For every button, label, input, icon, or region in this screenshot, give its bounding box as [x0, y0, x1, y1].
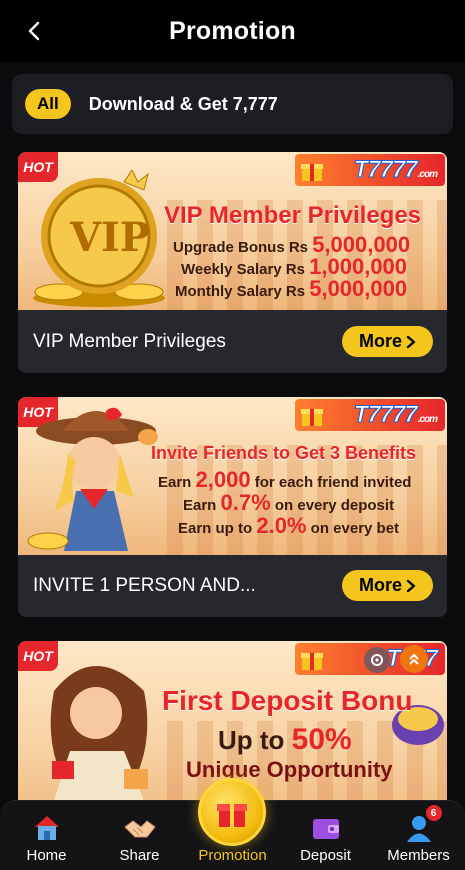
card-title: VIP Member Privileges [33, 330, 226, 352]
promotion-filter-bar: All Download & Get 7,777 [12, 74, 453, 134]
more-button[interactable]: More [342, 570, 433, 601]
top-bar: Promotion [0, 0, 465, 62]
promo-card-invite[interactable]: HOT T7777.com Invite Friends to Get 3 Be… [18, 397, 447, 617]
card-footer: VIP Member Privileges More [18, 310, 447, 373]
gear-icon [371, 654, 383, 666]
nav-home[interactable]: Home [0, 811, 93, 864]
page-title: Promotion [169, 16, 296, 45]
filter-chip-all[interactable]: All [25, 89, 71, 119]
filter-download-get[interactable]: Download & Get 7,777 [89, 94, 278, 115]
card-title: INVITE 1 PERSON AND... [33, 574, 256, 596]
banner-title: Invite Friends to Get 3 Benefits [151, 443, 417, 463]
home-icon [34, 816, 59, 840]
gift-icon [301, 653, 323, 670]
gift-icon [301, 409, 323, 426]
promo-banner-vip[interactable]: HOT T7777.com VIP VIP Member Privileges … [18, 152, 447, 310]
chevron-right-icon [406, 579, 416, 592]
brand-logo: T7777.com [295, 154, 445, 186]
handshake-icon [123, 820, 156, 838]
banner-line-up-to: Up to 50% [218, 723, 352, 756]
gift-icon [217, 799, 247, 827]
promo-card-vip[interactable]: HOT T7777.com VIP VIP Member Privileges … [18, 152, 447, 373]
banner-line-earn-bet: Earn up to 2.0% on every bet [178, 513, 400, 538]
vip-emblem-text: VIP [70, 214, 150, 261]
woman-character-icon [50, 666, 148, 801]
banner-line-unique: Unique Opportunity [186, 757, 393, 782]
scroll-top-button[interactable] [400, 645, 428, 673]
double-chevron-up-icon [409, 653, 419, 665]
nav-deposit[interactable]: Deposit [279, 811, 372, 864]
wallet-icon [312, 819, 339, 839]
chevron-right-icon [406, 335, 416, 348]
settings-float-button[interactable] [364, 647, 390, 673]
gift-icon [301, 164, 323, 181]
promo-banner-invite[interactable]: HOT T7777.com Invite Friends to Get 3 Be… [18, 397, 447, 555]
back-button[interactable] [20, 17, 48, 45]
notification-badge: 6 [425, 805, 442, 821]
card-footer: INVITE 1 PERSON AND... More [18, 554, 447, 617]
banner-title: First Deposit Bonu [162, 685, 413, 716]
chevron-left-icon [28, 21, 40, 41]
brand-logo: T7777.com [295, 399, 445, 431]
banner-line-monthly: Monthly Salary Rs 5,000,000 [175, 276, 408, 301]
cowgirl-character-icon [27, 407, 158, 551]
nav-share[interactable]: Share [93, 811, 186, 864]
nav-members[interactable]: 6 Members [372, 805, 465, 864]
banner-title: VIP Member Privileges [164, 202, 422, 229]
promotion-center-button[interactable] [198, 778, 266, 846]
more-button[interactable]: More [342, 326, 433, 357]
